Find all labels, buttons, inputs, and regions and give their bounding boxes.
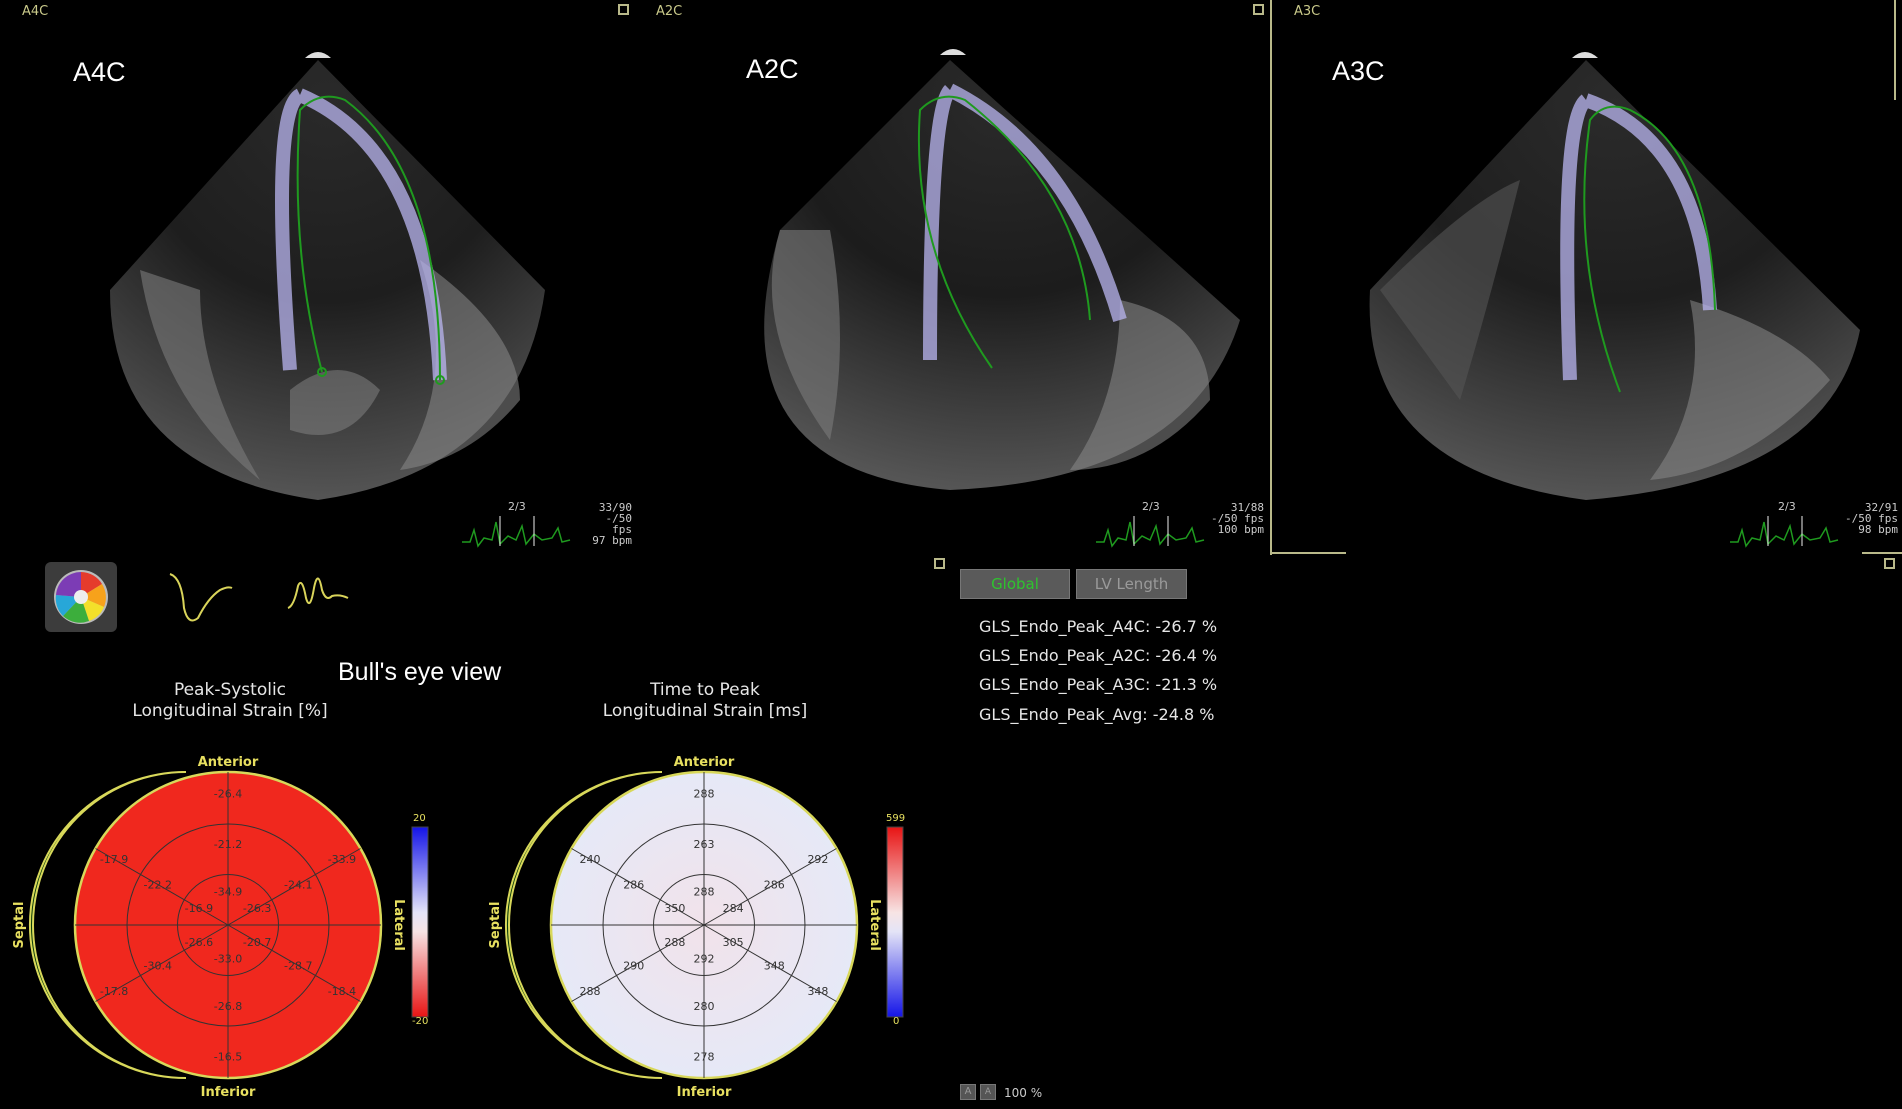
- color-wheel-button[interactable]: [45, 562, 117, 632]
- anterior-label: Anterior: [674, 755, 735, 770]
- echo-image: [110, 52, 545, 500]
- acquisition-info: 31/88 -/50 fps 100 bpm: [1211, 501, 1264, 536]
- ecg-trace-icon: [1730, 516, 1839, 548]
- lateral-label: Lateral: [391, 899, 406, 951]
- segment-value: 290: [623, 960, 644, 973]
- segment-value: 288: [580, 985, 601, 998]
- echo-pane-a2c[interactable]: A2C A2C 2/3 31/88 -/50 fps 100 bpm: [650, 0, 1270, 555]
- segment-value: 263: [694, 838, 715, 851]
- segment-value: 240: [580, 853, 601, 866]
- bulls-eye-plots: -26.4 -33.9 -18.4 -16.5 -17.8 -17.9 -21.2 -24.1…: [12, 755, 904, 1100]
- inferior-label: Inferior: [201, 1085, 256, 1100]
- tab-lv-length[interactable]: LV Length: [1076, 569, 1187, 599]
- strain-rate-curve-icon[interactable]: [286, 568, 352, 618]
- frame-counter: 2/3: [508, 500, 526, 513]
- segment-value: -24.1: [284, 878, 312, 891]
- ecg-trace-icon: [1096, 516, 1205, 548]
- ttp-map-title: Time to Peak Longitudinal Strain [ms]: [602, 680, 808, 721]
- segment-value: 292: [694, 953, 715, 966]
- segment-value: -17.9: [100, 853, 128, 866]
- zoom-in-button[interactable]: A: [980, 1084, 996, 1100]
- echo-image: [764, 49, 1240, 490]
- acquisition-info: 32/91 -/50 fps 98 bpm: [1845, 501, 1898, 536]
- segment-value: -28.7: [284, 960, 312, 973]
- echo-image: [1369, 52, 1860, 500]
- segment-value: 286: [764, 878, 785, 891]
- zoom-level: 100 %: [1004, 1086, 1043, 1100]
- segment-value: 292: [807, 853, 828, 866]
- segment-value: -17.8: [100, 985, 128, 998]
- segment-value: 284: [723, 902, 744, 915]
- septal-label: Septal: [12, 902, 27, 949]
- segment-value: 288: [664, 936, 685, 949]
- frame-counter: 2/3: [1778, 500, 1796, 513]
- segment-value: 286: [623, 878, 644, 891]
- segment-value: 348: [764, 960, 785, 973]
- segment-value: -26.6: [185, 936, 213, 949]
- strain-curve-icon[interactable]: [168, 568, 234, 626]
- segment-value: -33.9: [328, 853, 356, 866]
- segment-value: -26.8: [214, 1000, 242, 1013]
- ttp-scale-min: 0: [893, 1016, 900, 1027]
- strain-map-title: Peak-Systolic Longitudinal Strain [%]: [132, 680, 328, 721]
- segment-value: 348: [807, 985, 828, 998]
- lateral-label: Lateral: [867, 899, 882, 951]
- segment-value: -30.4: [144, 960, 172, 973]
- segment-value: -16.9: [185, 902, 213, 915]
- segment-value: 350: [664, 902, 685, 915]
- frame-counter: 2/3: [1142, 500, 1160, 513]
- segment-value: -22.2: [144, 878, 172, 891]
- zoom-out-button[interactable]: A: [960, 1084, 976, 1100]
- bulls-eye-caption: Bull's eye view: [338, 658, 502, 686]
- gls-a3c: GLS_Endo_Peak_A3C: -21.3 %: [979, 675, 1218, 694]
- segment-value: 278: [694, 1051, 715, 1064]
- gls-average: GLS_Endo_Peak_Avg: -24.8 %: [979, 705, 1215, 724]
- echo-pane-a4c[interactable]: A4C A4C 2/3 33/90 -/50 fps 97 bpm: [0, 0, 650, 555]
- segment-value: -16.5: [214, 1051, 242, 1064]
- ttp-color-scale: [886, 826, 904, 1018]
- inferior-label: Inferior: [677, 1085, 732, 1100]
- strain-scale-max: 20: [413, 813, 426, 824]
- anterior-label: Anterior: [198, 755, 259, 770]
- segment-value: -20.7: [243, 936, 271, 949]
- segment-value: -33.0: [214, 953, 242, 966]
- ecg-trace-icon: [462, 516, 571, 548]
- segment-value: 305: [723, 936, 744, 949]
- septal-label: Septal: [488, 902, 503, 949]
- tab-global[interactable]: Global: [960, 569, 1070, 599]
- ttp-scale-max: 599: [886, 813, 906, 824]
- ttp-bulls-eye: 288 292 348 278 288 240 263 286 348 280 290 286 288 2…: [488, 755, 882, 1100]
- gls-a4c: GLS_Endo_Peak_A4C: -26.7 %: [979, 617, 1218, 636]
- color-wheel-icon: [54, 570, 108, 624]
- segment-value: 288: [694, 885, 715, 898]
- gls-a2c: GLS_Endo_Peak_A2C: -26.4 %: [979, 646, 1218, 665]
- strain-bulls-eye: -26.4 -33.9 -18.4 -16.5 -17.8 -17.9 -21.2 -24.1…: [12, 755, 406, 1100]
- maximize-icon[interactable]: [1884, 558, 1895, 569]
- segment-value: 280: [694, 1000, 715, 1013]
- segment-value: -34.9: [214, 885, 242, 898]
- segment-value: -26.4: [214, 787, 242, 800]
- segment-value: -26.3: [243, 902, 271, 915]
- segment-value: -21.2: [214, 838, 242, 851]
- echo-pane-a3c[interactable]: A3C A3C 2/3 32/91 -/50 fps 98 bpm: [1270, 0, 1902, 555]
- acquisition-info: 33/90 -/50 fps 97 bpm: [592, 501, 632, 547]
- segment-value: -18.4: [328, 985, 356, 998]
- segment-value: 288: [694, 787, 715, 800]
- strain-color-scale: [411, 826, 429, 1018]
- maximize-icon[interactable]: [934, 558, 945, 569]
- strain-scale-min: -20: [412, 1016, 429, 1027]
